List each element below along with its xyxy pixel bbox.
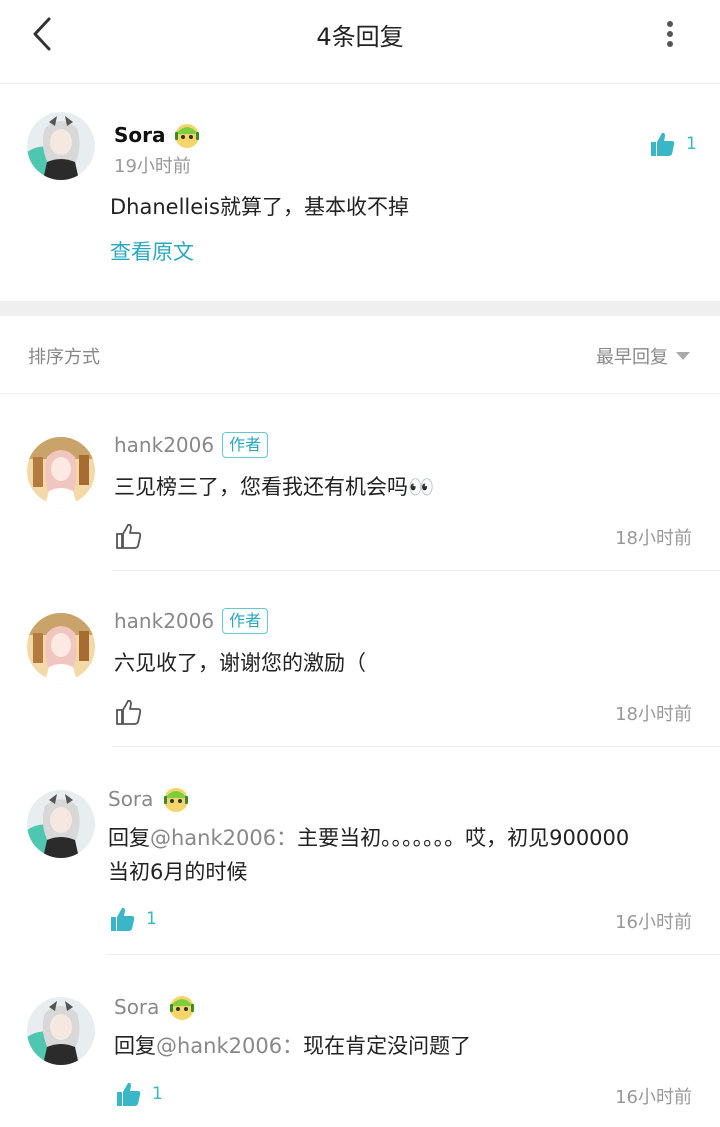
comment-time: 19小时前 [114, 156, 191, 177]
comment-author[interactable]: Sora [114, 120, 202, 150]
divider [112, 570, 720, 571]
hank-avatar-image [27, 613, 95, 681]
thumbs-up-filled-icon [117, 1082, 141, 1106]
reply-prefix: 回复 [114, 1034, 156, 1058]
avatar[interactable] [27, 790, 95, 858]
avatar[interactable] [27, 437, 95, 505]
thumbs-up-filled-icon [651, 132, 675, 156]
caret-down-icon [676, 352, 690, 360]
avatar[interactable] [27, 112, 95, 180]
mention-link[interactable]: @hank2006： [156, 1034, 303, 1058]
reply-author[interactable]: Sora [108, 784, 191, 814]
username: hank2006 [114, 609, 215, 633]
like-count: 1 [686, 134, 697, 154]
reply-time: 18小时前 [615, 528, 692, 549]
thumbs-up-icon [116, 699, 142, 725]
comment-content: Dhanelleis就算了，基本收不掉 [110, 195, 409, 219]
section-divider [0, 301, 720, 316]
sort-bar: 排序方式 最早回复 [0, 316, 720, 394]
sort-dropdown[interactable]: 最早回复 [596, 343, 690, 369]
sort-label: 排序方式 [28, 347, 100, 368]
like-count: 1 [146, 909, 157, 929]
reply-content: 六见收了，谢谢您的激励（ [114, 646, 674, 680]
hank-avatar-image [27, 437, 95, 505]
reply-content: 回复@hank2006：主要当初。。。。。。。哎，初见900000当初6月的时候 [108, 821, 648, 889]
like-button[interactable] [114, 698, 142, 726]
like-button[interactable]: 1 [648, 130, 697, 158]
divider [106, 954, 720, 955]
reply-text: 三见榜三了，您看我还有机会吗👀 [114, 475, 435, 499]
username: hank2006 [114, 433, 215, 457]
reply-prefix: 回复 [108, 826, 150, 850]
reply-author[interactable]: hank2006 作者 [114, 608, 269, 634]
user-badge-icon [164, 788, 189, 812]
more-vertical-icon [667, 21, 673, 47]
avatar[interactable] [27, 613, 95, 681]
user-badge-icon [170, 996, 195, 1020]
sort-selected: 最早回复 [596, 347, 668, 368]
sora-avatar-image [27, 112, 95, 180]
reply-time: 18小时前 [615, 704, 692, 725]
reply-content: 三见榜三了，您看我还有机会吗👀 [114, 470, 674, 504]
like-count: 1 [152, 1084, 163, 1104]
reply-content: 回复@hank2006：现在肯定没问题了 [114, 1029, 674, 1063]
reply-author[interactable]: Sora [114, 992, 197, 1022]
view-original-link[interactable]: 查看原文 [110, 236, 194, 266]
sora-avatar-image [27, 997, 95, 1065]
author-tag: 作者 [222, 608, 269, 634]
divider [112, 746, 720, 747]
reply-time: 16小时前 [615, 912, 692, 933]
like-button[interactable] [114, 522, 142, 550]
like-button[interactable]: 1 [108, 905, 157, 933]
author-tag: 作者 [222, 432, 269, 458]
more-button[interactable] [650, 14, 690, 54]
avatar[interactable] [27, 997, 95, 1065]
reply-text: 六见收了，谢谢您的激励（ [114, 651, 366, 675]
username: Sora [108, 787, 154, 811]
username: Sora [114, 995, 160, 1019]
page-title: 4条回复 [316, 23, 404, 51]
sora-avatar-image [27, 790, 95, 858]
user-badge-icon [174, 124, 199, 148]
like-button[interactable]: 1 [114, 1080, 163, 1108]
username: Sora [114, 123, 166, 147]
thumbs-up-icon [116, 523, 142, 549]
mention-link[interactable]: @hank2006： [150, 826, 297, 850]
top-bar: 4条回复 [0, 0, 720, 84]
reply-text: 现在肯定没问题了 [303, 1034, 472, 1058]
reply-author[interactable]: hank2006 作者 [114, 432, 269, 458]
reply-time: 16小时前 [615, 1087, 692, 1108]
thumbs-up-filled-icon [111, 907, 135, 931]
